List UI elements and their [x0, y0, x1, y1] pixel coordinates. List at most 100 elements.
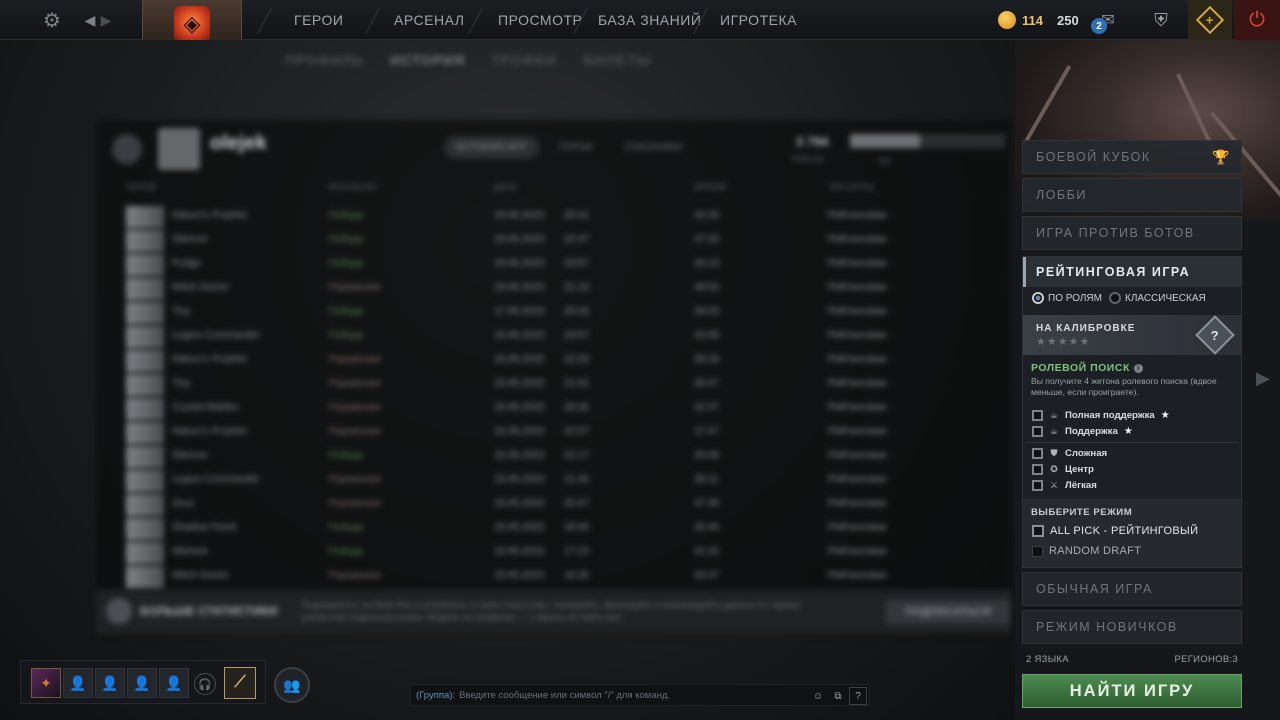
table-row[interactable]: Silencer Победа 19.05.2023 22:47 47:33 Рейтин… [126, 228, 996, 252]
back-arrow-icon[interactable]: ◀ [80, 0, 100, 40]
mid-icon: ✪ [1050, 463, 1058, 474]
checkbox-icon [1032, 463, 1043, 475]
table-row[interactable]: Nature's Prophet Поражение 15.05.2023 22:57… [126, 420, 996, 444]
party-slot-empty[interactable]: 👤 [63, 668, 93, 698]
nav-heroes[interactable]: ГЕРОИ [294, 0, 343, 40]
row-hero: Tiny [172, 378, 191, 389]
chevron-right-icon[interactable]: ▶ [1256, 368, 1272, 390]
row-type: Рейтинговая [828, 210, 887, 221]
row-date: 17.05.2023 [494, 306, 545, 317]
party-slot-empty[interactable]: 👤 [127, 668, 157, 698]
ranked-header[interactable]: РЕЙТИНГОВАЯ ИГРА [1023, 257, 1241, 287]
main-content: ПРОФИЛЬ ИСТОРИЯ ТРОФЕИ БИЛЕТЫ olejek ИСТ… [0, 40, 1015, 720]
row-hero: Warlock [172, 546, 208, 557]
row-hero: Silencer [172, 234, 209, 245]
party-slot-self[interactable]: ✦ [31, 668, 61, 698]
dota-plus-button[interactable]: + [1188, 0, 1232, 40]
battle-cup-label: БОЕВОЙ КУБОК [1036, 150, 1151, 164]
table-row[interactable]: Crystal Maiden Поражение 16.05.2023 20:26 42… [126, 396, 996, 420]
headset-icon[interactable]: 🎧 [194, 673, 216, 695]
nav-separator [468, 8, 483, 34]
radio-classic[interactable]: КЛАССИЧЕСКАЯ [1109, 292, 1206, 304]
hero-thumbnail [126, 326, 164, 348]
emoji-icon[interactable]: ☺ [809, 687, 827, 705]
row-result: Победа [328, 306, 364, 317]
subscribe-button[interactable]: ПОДПИСАТЬСЯ [886, 600, 1010, 624]
role-mid[interactable]: ✪ Центр [1032, 462, 1094, 476]
chat-channel[interactable]: (Группа): [416, 690, 455, 701]
battle-cup-button[interactable]: БОЕВОЙ КУБОК 🏆 [1022, 140, 1242, 174]
forward-arrow-icon[interactable]: ▶ [98, 0, 114, 40]
power-icon[interactable]: ⏻ [1234, 0, 1280, 40]
table-row[interactable]: Warlock Победа 15.05.2023 17:23 41:32 Рейтинг… [126, 540, 996, 564]
find-game-button[interactable]: НАЙТИ ИГРУ [1022, 674, 1242, 708]
table-row[interactable]: Tiny Поражение 16.05.2023 21:01 36:47 Рейтинг… [126, 372, 996, 396]
nav-arsenal[interactable]: АРСЕНАЛ [394, 0, 464, 40]
trophy-icon: 🏆 [1212, 149, 1231, 165]
nav-watch[interactable]: ПРОСМОТР [498, 0, 582, 40]
table-row[interactable]: Zeus Поражение 15.05.2023 20:47 47:35 Рейтинг… [126, 492, 996, 516]
role-safelane[interactable]: ⚔ Лёгкая [1032, 478, 1097, 492]
tab-allies[interactable]: СОЮЗНИКИ [612, 136, 694, 159]
help-icon[interactable]: ? [849, 687, 867, 705]
subnav-profile[interactable]: ПРОФИЛЬ [285, 52, 364, 68]
checkbox-icon [1032, 525, 1044, 537]
tab-match-history[interactable]: ИСТОРИЯ ИГР [444, 136, 539, 159]
role-hard-support[interactable]: ☕ Полная поддержка ★ [1032, 408, 1170, 422]
row-duration: 17:47 [694, 426, 720, 437]
gear-icon[interactable]: ⚙ [36, 0, 68, 40]
radio-role-queue[interactable]: ПО РОЛЯМ [1032, 292, 1102, 304]
radio-on-icon [1032, 292, 1044, 304]
table-row[interactable]: Witch Doctor Поражение 18.05.2023 21:19 48:5… [126, 276, 996, 300]
role-offlane[interactable]: ⛊ Сложная [1032, 446, 1107, 460]
row-time: 20:26 [564, 306, 590, 317]
table-row[interactable]: Shadow Fiend Победа 15.05.2023 18:40 26:45 Ре… [126, 516, 996, 540]
subnav-history[interactable]: ИСТОРИЯ [390, 52, 465, 68]
chat-window-icon[interactable]: ⧉ [829, 687, 847, 705]
info-icon[interactable]: i [1133, 364, 1143, 373]
table-row[interactable]: Tiny Победа 17.05.2023 20:26 39:03 Рейтингова… [126, 300, 996, 324]
languages-link[interactable]: 2 ЯЗЫКА [1026, 654, 1069, 665]
rank-medal-icon[interactable]: ⟋ [224, 667, 256, 699]
row-hero: Nature's Prophet [172, 210, 247, 221]
table-row[interactable]: Silencer Победа 15.05.2023 22:17 33:49 Рейтин… [126, 444, 996, 468]
row-time: 23:57 [564, 258, 590, 269]
row-time: 20:41 [564, 210, 590, 221]
table-row[interactable]: Witch Doctor Поражение 15.05.2023 16:26 43:4… [126, 564, 996, 588]
subnav-trophies[interactable]: ТРОФЕИ [491, 52, 557, 68]
currency-display[interactable]: 114 250 [998, 6, 1079, 34]
table-row[interactable]: Pudge Победа 19.05.2023 23:57 34:13 Рейтингов… [126, 252, 996, 276]
party-bar: ✦ 👤 👤 👤 👤 🎧 ⟋ [20, 660, 266, 704]
party-slot-empty[interactable]: 👤 [95, 668, 125, 698]
row-hero: Zeus [172, 498, 195, 509]
table-row[interactable]: Nature's Prophet Победа 19.05.2023 20:41 44:… [126, 204, 996, 228]
role-soft-support[interactable]: ☕ Поддержка ★ [1032, 424, 1133, 438]
more-stats-banner: БОЛЬШЕ СТАТИСТИКИ Подпишитесь на Dota Pl… [96, 590, 1011, 634]
party-slot-empty[interactable]: 👤 [159, 668, 189, 698]
avatar[interactable] [112, 134, 142, 164]
newbie-mode-button[interactable]: РЕЖИМ НОВИЧКОВ [1022, 610, 1242, 644]
offlane-icon: ⛊ [1050, 447, 1058, 458]
mode-all-pick[interactable]: ALL PICK - РЕЙТИНГОВЫЙ [1032, 525, 1198, 537]
table-row[interactable]: Legion Commander Поражение 15.05.2023 21:46… [126, 468, 996, 492]
armory-icon[interactable]: ⛨ [1142, 0, 1180, 40]
regions-link[interactable]: РЕГИОНОВ:3 [1174, 654, 1238, 665]
lobby-button[interactable]: ЛОББИ [1022, 178, 1242, 212]
table-row[interactable]: Legion Commander Победа 16.05.2023 23:07 42:… [126, 324, 996, 348]
row-result: Поражение [328, 570, 381, 581]
column-hero: ГЕРОЙ [126, 182, 157, 192]
nav-learn[interactable]: БАЗА ЗНАНИЙ [598, 0, 701, 40]
hero-thumbnail [126, 374, 164, 396]
radio-classic-label: КЛАССИЧЕСКАЯ [1125, 292, 1206, 304]
table-row[interactable]: Nature's Prophet Поражение 16.05.2023 22:33… [126, 348, 996, 372]
mode-random-draft[interactable]: RANDOM DRAFT [1032, 545, 1141, 557]
nav-arcade[interactable]: ИГРОТЕКА [720, 0, 797, 40]
subnav-tickets[interactable]: БИЛЕТЫ [583, 52, 651, 68]
safelane-icon: ⚔ [1049, 479, 1059, 490]
party-finder-icon[interactable]: 👥 [274, 667, 310, 703]
bots-button[interactable]: ИГРА ПРОТИВ БОТОВ [1022, 216, 1242, 250]
normal-game-button[interactable]: ОБЫЧНАЯ ИГРА [1022, 572, 1242, 606]
chat-input[interactable] [459, 689, 800, 701]
ranked-section: РЕЙТИНГОВАЯ ИГРА ПО РОЛЯМ КЛАССИЧЕСКАЯ Н… [1022, 256, 1242, 568]
tab-heroes[interactable]: ГЕРОИ [547, 136, 605, 159]
